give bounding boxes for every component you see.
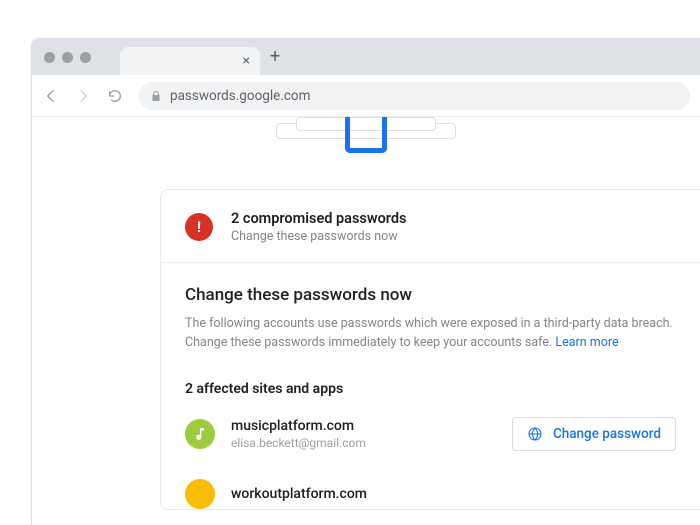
site-name: workoutplatform.com [231, 486, 676, 502]
alert-subtitle: Change these passwords now [231, 229, 406, 244]
close-icon[interactable]: × [243, 54, 250, 68]
address-bar[interactable]: passwords.google.com [138, 82, 690, 110]
music-note-icon [185, 419, 215, 449]
affected-heading: 2 affected sites and apps [161, 361, 700, 403]
change-password-button[interactable]: Change password [512, 417, 676, 451]
page-content: ! 2 compromised passwords Change these p… [32, 117, 700, 525]
url-text: passwords.google.com [170, 88, 310, 104]
site-name: musicplatform.com [231, 418, 496, 434]
browser-window: × + passwords.google.com ! [31, 38, 700, 525]
compromised-card: ! 2 compromised passwords Change these p… [160, 189, 700, 510]
globe-icon [527, 426, 543, 442]
browser-tab[interactable]: × [120, 47, 260, 75]
site-info: musicplatform.com elisa.beckett@gmail.co… [231, 418, 496, 450]
change-password-label: Change password [553, 426, 661, 442]
section-description: The following accounts use passwords whi… [185, 315, 676, 353]
hero-illustration [256, 117, 476, 177]
site-email: elisa.beckett@gmail.com [231, 436, 496, 450]
site-row: musicplatform.com elisa.beckett@gmail.co… [161, 403, 700, 465]
section-heading: Change these passwords now [185, 285, 676, 305]
lock-icon [150, 90, 162, 102]
forward-button[interactable] [74, 87, 92, 105]
new-tab-button[interactable]: + [270, 48, 280, 66]
reload-button[interactable] [106, 87, 124, 105]
circle-icon [185, 479, 215, 509]
site-row: workoutplatform.com [161, 465, 700, 509]
back-button[interactable] [42, 87, 60, 105]
window-control-close[interactable] [44, 52, 55, 63]
alert-title: 2 compromised passwords [231, 210, 406, 227]
alert-icon: ! [185, 213, 213, 241]
browser-toolbar: passwords.google.com [32, 75, 700, 117]
site-info: workoutplatform.com [231, 486, 676, 502]
change-section: Change these passwords now The following… [161, 263, 700, 361]
window-titlebar: × + [32, 39, 700, 75]
window-control-minimize[interactable] [62, 52, 73, 63]
tab-strip: × + [120, 39, 280, 75]
alert-text: 2 compromised passwords Change these pas… [231, 210, 406, 244]
alert-row: ! 2 compromised passwords Change these p… [161, 190, 700, 263]
learn-more-link[interactable]: Learn more [555, 335, 618, 350]
window-control-maximize[interactable] [80, 52, 91, 63]
